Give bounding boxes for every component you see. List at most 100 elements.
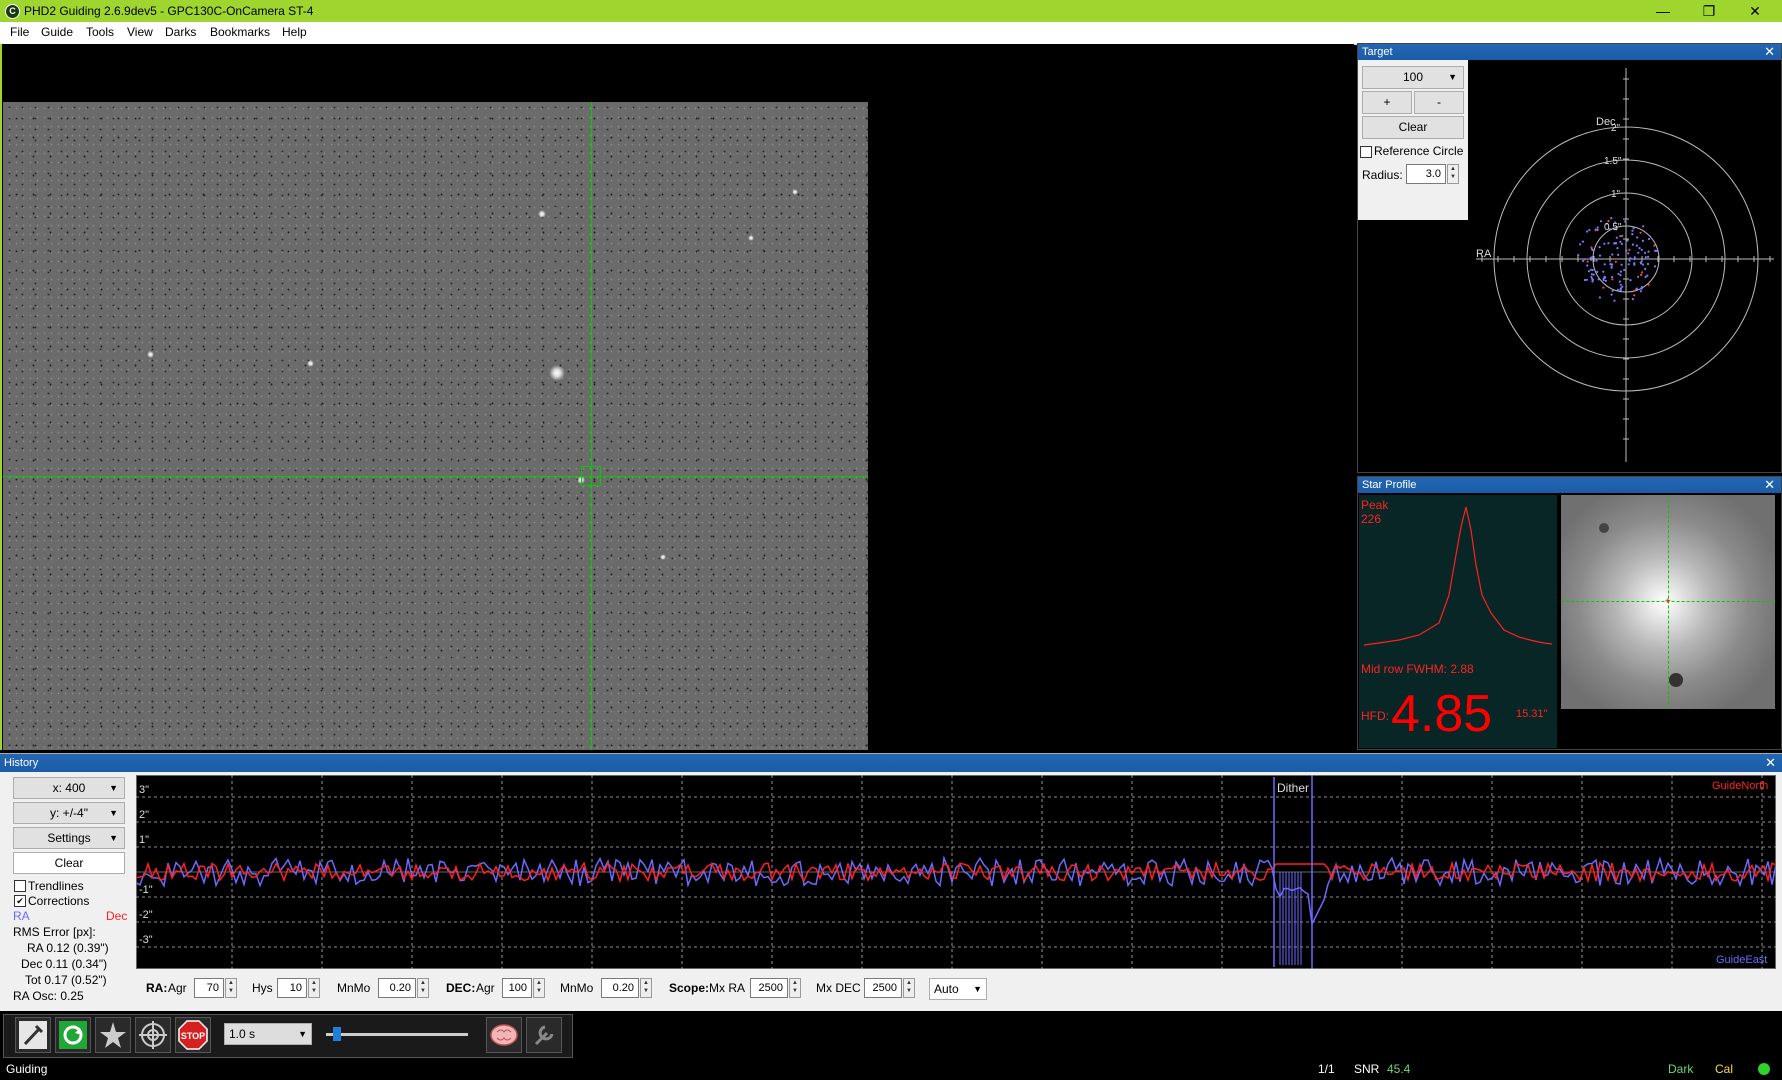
target-point xyxy=(1637,251,1640,254)
menu-darks[interactable]: Darks xyxy=(165,25,196,39)
ra-hys-label: Hys xyxy=(252,981,273,995)
close-button[interactable]: ✕ xyxy=(1732,0,1778,22)
target-point xyxy=(1602,270,1605,273)
scope-label: Scope: xyxy=(669,981,710,995)
chevron-down-icon: ▼ xyxy=(109,833,118,843)
mx-ra-spinner[interactable]: ▲ ▼ xyxy=(789,978,801,998)
history-clear-button[interactable]: Clear xyxy=(13,852,125,874)
auto-select-star-button[interactable] xyxy=(95,1017,131,1053)
target-point xyxy=(1579,243,1582,246)
target-point xyxy=(1587,270,1590,273)
radius-spinner[interactable]: ▲ ▼ xyxy=(1447,164,1459,184)
corrections-label: Corrections xyxy=(28,894,90,908)
target-point xyxy=(1613,242,1616,245)
x-scale-value: x: 400 xyxy=(52,781,86,795)
radius-input[interactable]: 3.0 xyxy=(1406,164,1446,184)
ra-agr-input[interactable]: 70 xyxy=(194,978,224,998)
menu-view[interactable]: View xyxy=(127,25,153,39)
ra-agr-spinner[interactable]: ▲ ▼ xyxy=(225,978,237,998)
target-point xyxy=(1589,258,1593,261)
corrections-checkbox[interactable]: ✔ xyxy=(14,895,26,907)
star xyxy=(792,189,798,195)
target-point xyxy=(1611,278,1614,281)
zoom-out-button[interactable]: - xyxy=(1414,91,1464,114)
dec-agr-input[interactable]: 100 xyxy=(502,978,532,998)
gamma-slider[interactable] xyxy=(322,1023,472,1045)
ra-param-label: RA: xyxy=(146,981,168,995)
guide-button[interactable] xyxy=(135,1017,171,1053)
ra-hys-input[interactable]: 10 xyxy=(277,978,307,998)
dec-mode-dropdown[interactable]: Auto ▼ xyxy=(929,978,987,1000)
reference-circle-label: Reference Circle xyxy=(1374,144,1464,158)
dec-agr-spinner[interactable]: ▲ ▼ xyxy=(533,978,545,998)
settings-dropdown[interactable]: Settings ▼ xyxy=(13,827,125,849)
target-point xyxy=(1644,275,1647,279)
reference-circle-checkbox[interactable] xyxy=(1360,146,1372,158)
mx-dec-label: Mx DEC xyxy=(816,981,861,995)
menu-bookmarks[interactable]: Bookmarks xyxy=(210,25,270,39)
target-point xyxy=(1638,247,1641,250)
target-point xyxy=(1589,268,1592,271)
ring-label-0-5: 0.5" xyxy=(1604,222,1622,233)
chevron-down-icon: ▼ xyxy=(109,783,118,793)
mx-ra-input[interactable]: 2500 xyxy=(750,978,788,998)
ra-hys-spinner[interactable]: ▲ ▼ xyxy=(308,978,320,998)
camera-frame-image[interactable] xyxy=(3,102,868,750)
star xyxy=(307,360,314,367)
ring-label-1-5: 1.5" xyxy=(1604,156,1622,167)
title-bar: C PHD2 Guiding 2.6.9dev5 - GPC130C-OnCam… xyxy=(0,0,1782,22)
close-icon[interactable]: ✕ xyxy=(1764,44,1775,60)
manual-guide-button[interactable] xyxy=(526,1017,562,1053)
target-point xyxy=(1648,237,1651,241)
star-thumbnail: + xyxy=(1561,495,1775,709)
menu-file[interactable]: File xyxy=(10,25,29,39)
close-icon[interactable]: ✕ xyxy=(1765,754,1776,772)
target-point xyxy=(1611,253,1614,256)
ra-mnmo-spinner[interactable]: ▲ ▼ xyxy=(417,978,429,998)
mx-dec-input[interactable]: 2500 xyxy=(864,978,902,998)
minimize-button[interactable]: — xyxy=(1640,0,1686,22)
x-scale-dropdown[interactable]: x: 400 ▼ xyxy=(13,777,125,799)
target-point xyxy=(1621,285,1624,288)
ra-mnmo-input[interactable]: 0.20 xyxy=(378,978,416,998)
target-point xyxy=(1629,257,1632,260)
menu-tools[interactable]: Tools xyxy=(86,25,114,39)
maximize-button[interactable]: ❐ xyxy=(1686,0,1732,22)
connect-equipment-button[interactable] xyxy=(15,1017,51,1053)
mx-dec-spinner[interactable]: ▲ ▼ xyxy=(903,978,915,998)
target-point xyxy=(1591,256,1594,259)
target-clear-button[interactable]: Clear xyxy=(1362,116,1464,139)
target-point xyxy=(1611,263,1614,266)
target-point xyxy=(1586,264,1589,267)
y-scale-dropdown[interactable]: y: +/-4" ▼ xyxy=(13,802,125,824)
stop-button[interactable]: STOP xyxy=(175,1017,211,1053)
zoom-in-button[interactable]: + xyxy=(1362,91,1412,114)
menu-help[interactable]: Help xyxy=(282,25,307,39)
exposure-dropdown[interactable]: 1.0 s ▼ xyxy=(224,1023,312,1045)
rms-tot: Tot 0.17 (0.52") xyxy=(25,973,107,987)
target-point xyxy=(1626,239,1629,242)
ra-mnmo-label: MnMo xyxy=(337,981,371,995)
zoom-dropdown[interactable]: 100 ▼ xyxy=(1362,66,1464,89)
target-point xyxy=(1640,273,1643,276)
snr-value: 45.4 xyxy=(1387,1062,1411,1076)
advanced-settings-button[interactable] xyxy=(486,1017,522,1053)
loop-button[interactable] xyxy=(55,1017,91,1053)
crosshair-icon xyxy=(139,1021,167,1049)
centroid-mark: + xyxy=(1665,596,1671,607)
trendlines-checkbox[interactable] xyxy=(14,880,26,892)
dec-legend: Dec xyxy=(106,909,128,923)
target-point xyxy=(1640,287,1643,290)
close-icon[interactable]: ✕ xyxy=(1764,477,1775,493)
status-frames: 1/1 xyxy=(1318,1062,1335,1076)
slider-thumb[interactable] xyxy=(332,1027,341,1041)
target-point xyxy=(1633,258,1636,261)
dec-mnmo-input[interactable]: 0.20 xyxy=(601,978,639,998)
target-point xyxy=(1616,247,1619,250)
y-label-2: 2" xyxy=(139,809,149,821)
dec-mnmo-spinner[interactable]: ▲ ▼ xyxy=(640,978,652,998)
menu-guide[interactable]: Guide xyxy=(41,25,73,39)
target-point xyxy=(1624,220,1627,223)
target-point xyxy=(1618,280,1621,283)
ra-osc: RA Osc: 0.25 xyxy=(13,989,84,1003)
